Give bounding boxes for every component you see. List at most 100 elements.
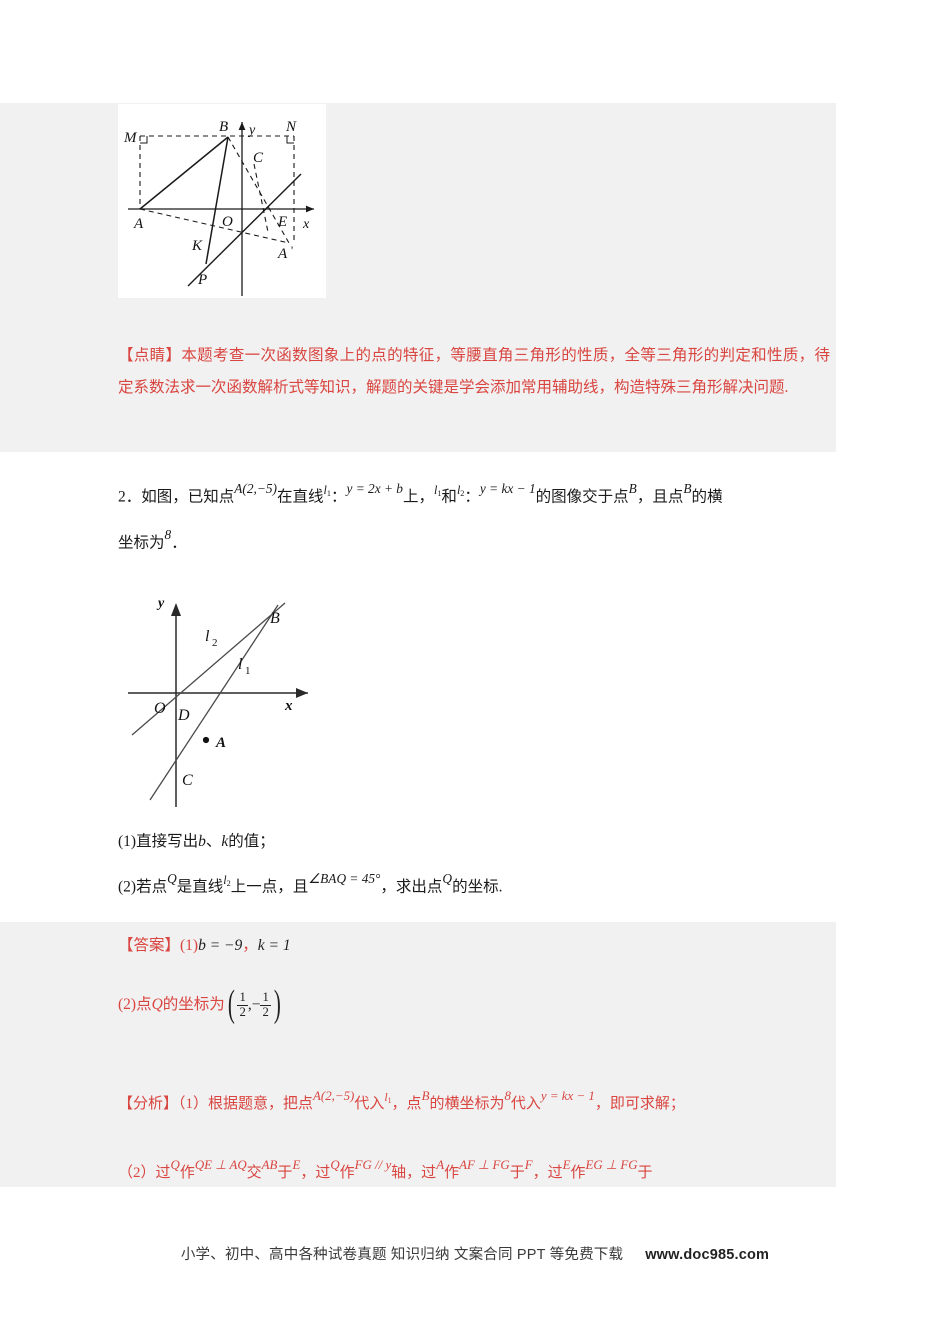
question-line2-pre: 坐标为	[118, 533, 165, 551]
colon-2: ：	[464, 488, 480, 506]
question-2-paragraph: 2．如图，已知点A(2,−5)在直线l1：y = 2x + b上，l1和l2：y…	[118, 472, 842, 563]
svg-text:P: P	[197, 272, 207, 288]
subq1-pre: (1)直接写出	[118, 833, 199, 850]
analysis-l2-a: （2）过	[118, 1164, 171, 1181]
analysis-l2-b: 作	[179, 1164, 195, 1181]
paren-close: )	[273, 983, 281, 1026]
svg-text:l: l	[238, 656, 243, 673]
subq2-b: 上一点，且	[230, 878, 309, 896]
geometry-figure-1: M B y N C A O E x K A ' P	[123, 119, 314, 296]
svg-text:D: D	[177, 707, 190, 724]
analysis-perp-af-fg: AF ⊥ FG	[459, 1157, 510, 1172]
tips-text: 本题考查一次函数图象上的点的特征，等腰直角三角形的性质，全等三角形的判定和性质，…	[118, 347, 830, 396]
answer-k-value: k = 1	[257, 937, 291, 954]
point-b-symbol-2: B	[683, 481, 692, 496]
svg-text:1: 1	[245, 665, 251, 677]
svg-text:B: B	[270, 610, 280, 627]
svg-text:C: C	[182, 772, 193, 789]
line-l1-symbol: l1	[323, 482, 331, 498]
svg-text:y: y	[156, 596, 165, 611]
analysis-l2-h: 作	[444, 1164, 460, 1181]
point-b-symbol: B	[628, 481, 637, 496]
variable-b: b	[198, 833, 206, 850]
fraction-x: 12	[237, 990, 248, 1019]
svg-text:l: l	[205, 628, 210, 645]
question-line2-post: ．	[171, 533, 187, 551]
analysis-l2-j: ，过	[532, 1164, 563, 1181]
subquestions-paragraph: (1)直接写出b、k的值； (2)若点Q是直线l2上一点，且∠BAQ = 45°…	[118, 822, 842, 908]
question-mid-4: ，且点	[636, 488, 684, 506]
conjunction-and: 和	[441, 488, 457, 506]
question-mid-5: 的横	[691, 488, 723, 506]
analysis-l1-c: ，点	[391, 1095, 422, 1112]
point-q-symbol: Q	[167, 871, 177, 887]
point-q-symbol-answer: Q	[151, 995, 163, 1013]
subq1-sep: 、	[205, 833, 222, 850]
svg-text:O: O	[154, 700, 166, 717]
figure-2-container: y B l 2 l 1 O D x A C	[120, 585, 335, 810]
svg-text:': '	[291, 243, 293, 257]
answer-num-2: (2)	[118, 995, 137, 1013]
analysis-q2: Q	[330, 1157, 340, 1172]
question-mid-2: 上，	[402, 488, 434, 506]
fraction-y: 12	[260, 990, 271, 1019]
analysis-perp-eg-fg: EG ⊥ FG	[585, 1157, 638, 1172]
analysis-l2-f: 作	[339, 1164, 355, 1181]
svg-text:x: x	[284, 698, 293, 714]
paren-open: (	[227, 983, 235, 1026]
equation-l2: y = kx − 1	[479, 481, 536, 496]
analysis-line-l1: l1	[384, 1090, 392, 1105]
answer-q-pre: 点	[136, 995, 152, 1013]
svg-text:y: y	[247, 123, 256, 138]
svg-text:N: N	[285, 119, 297, 135]
question-mid-1: 在直线	[276, 488, 324, 506]
analysis-l1-e: 代入	[510, 1095, 541, 1112]
analysis-l2-e: ，过	[300, 1164, 331, 1181]
colon-1: ：	[330, 488, 347, 506]
analysis-ab: AB	[261, 1157, 278, 1172]
analysis-equation-l2: y = kx − 1	[540, 1089, 595, 1103]
analysis-l2-g: 轴，过	[391, 1164, 437, 1181]
angle-baq-expression: ∠BAQ = 45°	[308, 871, 381, 887]
answer-paragraph: 【答案】(1)b = −9，k = 1 (2)点Q的坐标为(1 2 ,− 1 2)	[118, 930, 830, 1026]
y-sign: −	[251, 995, 261, 1013]
analysis-paragraph: 【分析】（1）根据题意，把点A(2,−5)代入l1，点B的横坐标为8代入y = …	[118, 1082, 842, 1190]
analysis-point-a: A(2,−5)	[313, 1089, 355, 1103]
footer-url[interactable]: www.doc985.com	[645, 1247, 769, 1263]
analysis-l1-a: （1）根据题意，把点	[178, 1095, 314, 1112]
analysis-marker: 【分析】	[118, 1095, 179, 1112]
coordinate-figure-2: y B l 2 l 1 O D x A C	[128, 596, 308, 807]
analysis-l1-b: 代入	[354, 1095, 385, 1112]
analysis-l2-d: 于	[277, 1164, 293, 1181]
svg-text:K: K	[191, 238, 203, 254]
question-number: 2	[118, 488, 126, 506]
svg-text:A: A	[133, 216, 144, 232]
point-q-symbol-2: Q	[442, 871, 453, 887]
answer-comma: ，	[242, 937, 258, 954]
analysis-l2-i: 于	[509, 1164, 525, 1181]
svg-text:B: B	[219, 119, 228, 135]
document-page: M B y N C A O E x K A ' P 【点睛】本题考查一次函数图象…	[0, 0, 950, 1344]
equation-l1: y = 2x + b	[346, 481, 403, 496]
analysis-f1: F	[524, 1157, 533, 1172]
tips-marker: 【点睛】	[118, 347, 182, 364]
svg-text:C: C	[253, 150, 264, 166]
svg-text:x: x	[302, 217, 310, 232]
question-lead: ．如图，已知点	[125, 488, 235, 506]
subq2-a: 是直线	[176, 878, 224, 896]
figure-1-container: M B y N C A O E x K A ' P	[118, 104, 326, 298]
analysis-l1-f: ，即可求解；	[594, 1095, 685, 1112]
q-coordinates: (1 2 ,− 1 2)	[225, 983, 284, 1026]
analysis-fg-parallel-y: FG // y	[354, 1157, 392, 1172]
subq1-post: 的值；	[228, 833, 275, 850]
answer-num-1: (1)	[180, 937, 199, 954]
svg-text:A: A	[277, 246, 288, 262]
svg-text:2: 2	[212, 637, 218, 649]
question-mid-3: 的图像交于点	[535, 488, 629, 506]
svg-text:O: O	[222, 214, 233, 230]
svg-text:A: A	[215, 735, 226, 751]
svg-text:E: E	[277, 214, 287, 230]
analysis-perp-qe-aq: QE ⊥ AQ	[194, 1157, 247, 1172]
analysis-l1-d: 的横坐标为	[429, 1095, 505, 1112]
subq2-d: 的坐标.	[452, 878, 503, 896]
